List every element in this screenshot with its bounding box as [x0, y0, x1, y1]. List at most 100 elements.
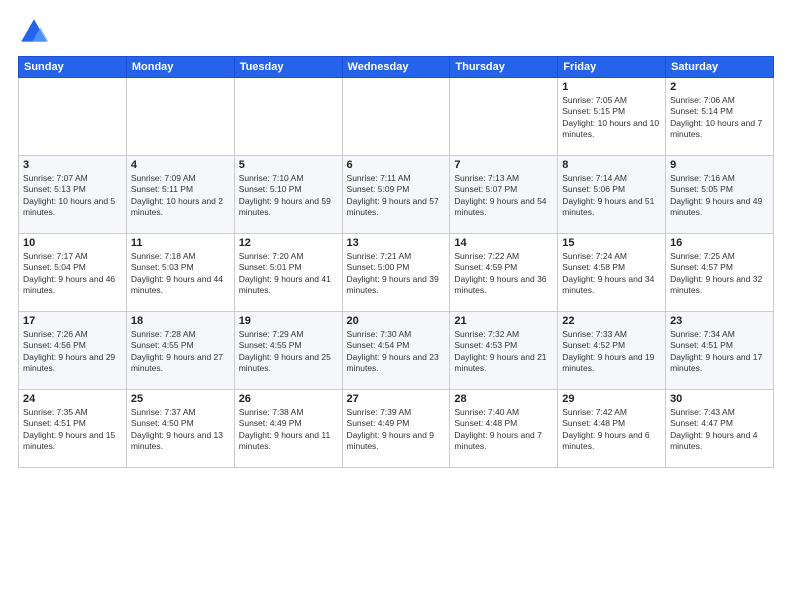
day-info: Sunrise: 7:39 AM Sunset: 4:49 PM Dayligh… [347, 407, 446, 453]
calendar-cell: 27 Sunrise: 7:39 AM Sunset: 4:49 PM Dayli… [342, 390, 450, 468]
calendar-page: SundayMondayTuesdayWednesdayThursdayFrid… [0, 0, 792, 612]
calendar-cell [450, 78, 558, 156]
day-number: 18 [131, 315, 230, 327]
column-header-wednesday: Wednesday [342, 57, 450, 78]
calendar-body: 1 Sunrise: 7:05 AM Sunset: 5:15 PM Daylig… [19, 78, 774, 468]
calendar-cell: 18Sunrise: 7:28 AM Sunset: 4:55 PM Dayli… [126, 312, 234, 390]
calendar-cell [234, 78, 342, 156]
day-info: Sunrise: 7:38 AM Sunset: 4:49 PM Dayligh… [239, 407, 338, 453]
day-number: 9 [670, 159, 769, 171]
day-info: Sunrise: 7:22 AM Sunset: 4:59 PM Dayligh… [454, 251, 553, 297]
day-info: Sunrise: 7:11 AM Sunset: 5:09 PM Dayligh… [347, 173, 446, 219]
day-number: 2 [670, 81, 769, 93]
logo-area [18, 16, 54, 48]
day-info: Sunrise: 7:07 AM Sunset: 5:13 PM Dayligh… [23, 173, 122, 219]
day-number: 7 [454, 159, 553, 171]
column-header-monday: Monday [126, 57, 234, 78]
day-info: Sunrise: 7:21 AM Sunset: 5:00 PM Dayligh… [347, 251, 446, 297]
calendar-cell: 10 Sunrise: 7:17 AM Sunset: 5:04 PM Dayli… [19, 234, 127, 312]
day-number: 22 [562, 315, 661, 327]
day-info: Sunrise: 7:18 AM Sunset: 5:03 PM Dayligh… [131, 251, 230, 297]
header [18, 16, 774, 48]
day-number: 23 [670, 315, 769, 327]
calendar-cell [126, 78, 234, 156]
day-info: Sunrise: 7:14 AM Sunset: 5:06 PM Dayligh… [562, 173, 661, 219]
calendar-cell: 23 Sunrise: 7:34 AM Sunset: 4:51 PM Dayli… [666, 312, 774, 390]
day-info: Sunrise: 7:06 AM Sunset: 5:14 PM Dayligh… [670, 95, 769, 141]
day-number: 11 [131, 237, 230, 249]
day-number: 27 [347, 393, 446, 405]
calendar-week-4: 17 Sunrise: 7:26 AM Sunset: 4:56 PM Dayli… [19, 312, 774, 390]
calendar-cell: 12Sunrise: 7:20 AM Sunset: 5:01 PM Dayli… [234, 234, 342, 312]
calendar-cell: 7Sunrise: 7:13 AM Sunset: 5:07 PM Daylig… [450, 156, 558, 234]
day-number: 21 [454, 315, 553, 327]
calendar-cell: 15 Sunrise: 7:24 AM Sunset: 4:58 PM Dayli… [558, 234, 666, 312]
calendar-week-5: 24 Sunrise: 7:35 AM Sunset: 4:51 PM Dayli… [19, 390, 774, 468]
calendar-cell: 9 Sunrise: 7:16 AM Sunset: 5:05 PM Daylig… [666, 156, 774, 234]
calendar-cell: 5 Sunrise: 7:10 AM Sunset: 5:10 PM Daylig… [234, 156, 342, 234]
calendar-cell [342, 78, 450, 156]
calendar-cell: 26 Sunrise: 7:38 AM Sunset: 4:49 PM Dayli… [234, 390, 342, 468]
day-number: 24 [23, 393, 122, 405]
logo-icon [18, 16, 50, 48]
calendar-cell: 1 Sunrise: 7:05 AM Sunset: 5:15 PM Daylig… [558, 78, 666, 156]
day-info: Sunrise: 7:33 AM Sunset: 4:52 PM Dayligh… [562, 329, 661, 375]
calendar-cell: 30 Sunrise: 7:43 AM Sunset: 4:47 PM Dayli… [666, 390, 774, 468]
calendar-cell: 3 Sunrise: 7:07 AM Sunset: 5:13 PM Daylig… [19, 156, 127, 234]
day-info: Sunrise: 7:35 AM Sunset: 4:51 PM Dayligh… [23, 407, 122, 453]
day-info: Sunrise: 7:34 AM Sunset: 4:51 PM Dayligh… [670, 329, 769, 375]
column-header-saturday: Saturday [666, 57, 774, 78]
calendar-week-1: 1 Sunrise: 7:05 AM Sunset: 5:15 PM Daylig… [19, 78, 774, 156]
calendar-cell: 6Sunrise: 7:11 AM Sunset: 5:09 PM Daylig… [342, 156, 450, 234]
calendar-cell: 4Sunrise: 7:09 AM Sunset: 5:11 PM Daylig… [126, 156, 234, 234]
day-number: 1 [562, 81, 661, 93]
calendar-cell: 14Sunrise: 7:22 AM Sunset: 4:59 PM Dayli… [450, 234, 558, 312]
column-header-sunday: Sunday [19, 57, 127, 78]
column-header-friday: Friday [558, 57, 666, 78]
calendar-cell: 2 Sunrise: 7:06 AM Sunset: 5:14 PM Daylig… [666, 78, 774, 156]
calendar-cell: 17 Sunrise: 7:26 AM Sunset: 4:56 PM Dayli… [19, 312, 127, 390]
day-info: Sunrise: 7:43 AM Sunset: 4:47 PM Dayligh… [670, 407, 769, 453]
day-number: 16 [670, 237, 769, 249]
calendar-week-3: 10 Sunrise: 7:17 AM Sunset: 5:04 PM Dayli… [19, 234, 774, 312]
calendar-cell: 20 Sunrise: 7:30 AM Sunset: 4:54 PM Dayli… [342, 312, 450, 390]
day-info: Sunrise: 7:29 AM Sunset: 4:55 PM Dayligh… [239, 329, 338, 375]
column-header-thursday: Thursday [450, 57, 558, 78]
calendar-cell: 8Sunrise: 7:14 AM Sunset: 5:06 PM Daylig… [558, 156, 666, 234]
day-info: Sunrise: 7:16 AM Sunset: 5:05 PM Dayligh… [670, 173, 769, 219]
calendar-cell: 19Sunrise: 7:29 AM Sunset: 4:55 PM Dayli… [234, 312, 342, 390]
calendar-cell: 16Sunrise: 7:25 AM Sunset: 4:57 PM Dayli… [666, 234, 774, 312]
calendar-week-2: 3 Sunrise: 7:07 AM Sunset: 5:13 PM Daylig… [19, 156, 774, 234]
day-info: Sunrise: 7:30 AM Sunset: 4:54 PM Dayligh… [347, 329, 446, 375]
calendar-cell: 24 Sunrise: 7:35 AM Sunset: 4:51 PM Dayli… [19, 390, 127, 468]
calendar-cell: 21Sunrise: 7:32 AM Sunset: 4:53 PM Dayli… [450, 312, 558, 390]
day-number: 20 [347, 315, 446, 327]
day-number: 30 [670, 393, 769, 405]
day-info: Sunrise: 7:24 AM Sunset: 4:58 PM Dayligh… [562, 251, 661, 297]
day-info: Sunrise: 7:37 AM Sunset: 4:50 PM Dayligh… [131, 407, 230, 453]
calendar-cell: 28Sunrise: 7:40 AM Sunset: 4:48 PM Dayli… [450, 390, 558, 468]
day-number: 4 [131, 159, 230, 171]
day-info: Sunrise: 7:10 AM Sunset: 5:10 PM Dayligh… [239, 173, 338, 219]
calendar-cell: 25 Sunrise: 7:37 AM Sunset: 4:50 PM Dayli… [126, 390, 234, 468]
day-number: 17 [23, 315, 122, 327]
day-number: 10 [23, 237, 122, 249]
calendar-cell: 22 Sunrise: 7:33 AM Sunset: 4:52 PM Dayli… [558, 312, 666, 390]
day-info: Sunrise: 7:17 AM Sunset: 5:04 PM Dayligh… [23, 251, 122, 297]
day-number: 3 [23, 159, 122, 171]
day-info: Sunrise: 7:26 AM Sunset: 4:56 PM Dayligh… [23, 329, 122, 375]
day-info: Sunrise: 7:42 AM Sunset: 4:48 PM Dayligh… [562, 407, 661, 453]
day-number: 25 [131, 393, 230, 405]
calendar-cell: 11 Sunrise: 7:18 AM Sunset: 5:03 PM Dayli… [126, 234, 234, 312]
day-number: 15 [562, 237, 661, 249]
calendar-cell: 13 Sunrise: 7:21 AM Sunset: 5:00 PM Dayli… [342, 234, 450, 312]
day-number: 26 [239, 393, 338, 405]
day-number: 29 [562, 393, 661, 405]
day-number: 5 [239, 159, 338, 171]
calendar-cell: 29 Sunrise: 7:42 AM Sunset: 4:48 PM Dayli… [558, 390, 666, 468]
day-number: 12 [239, 237, 338, 249]
day-info: Sunrise: 7:05 AM Sunset: 5:15 PM Dayligh… [562, 95, 661, 141]
calendar-table: SundayMondayTuesdayWednesdayThursdayFrid… [18, 56, 774, 468]
calendar-cell [19, 78, 127, 156]
day-number: 13 [347, 237, 446, 249]
